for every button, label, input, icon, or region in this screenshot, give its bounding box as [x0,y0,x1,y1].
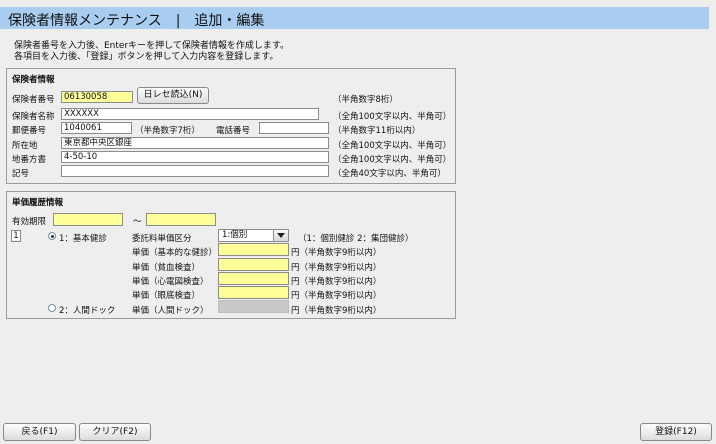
period-to-input[interactable] [146,213,216,226]
price-row-1-input[interactable] [218,258,289,271]
insurer-name-hint: （全角100文字以内、半角可） [333,112,452,122]
note-hint: （全角40文字以内、半角可） [333,169,446,179]
back-button[interactable]: 戻る(F1) [3,423,76,441]
period-from-input[interactable] [53,213,123,226]
block-label: 地番方書 [12,155,47,165]
intro-line-2: 各項目を入力後、「登録」ボタンを押して入力内容を登録します。 [14,52,279,62]
insurer-section-title: 保険者情報 [12,75,55,85]
address-hint: （全角100文字以内、半角可） [333,141,452,151]
clear-button[interactable]: クリア(F2) [79,423,151,441]
price-row-0-label: 単価（基本的な健診） [132,248,218,258]
phone-input[interactable] [259,122,329,134]
title-bar: 保険者情報メンテナンス | 追加・編集 [0,7,709,29]
price-row-1-unit: 円（半角数字9桁以内） [291,263,382,273]
price-row-2-unit: 円（半角数字9桁以内） [291,277,382,287]
price-row-3-input[interactable] [218,286,289,299]
phone-hint: （半角数字11桁以内） [333,126,421,136]
row-index: 1 [11,230,21,242]
category-select[interactable]: 1:個別 [218,229,289,242]
price-row-3-unit: 円（半角数字9桁以内） [291,291,382,301]
option1-radio[interactable] [48,232,56,240]
address-label: 所在地 [12,141,38,151]
dock-label: 単価（人間ドック） [132,306,209,316]
insurer-number-input[interactable]: 06130058 [61,91,133,103]
period-tilde: ～ [133,217,142,227]
phone-label: 電話番号 [216,126,251,136]
zip-input[interactable]: 1040061 [61,122,132,134]
insurer-name-label: 保険者名称 [12,112,55,122]
category-select-value: 1:個別 [222,230,248,240]
price-row-0-unit: 円（半角数字9桁以内） [291,248,382,258]
register-button[interactable]: 登録(F12) [640,423,712,441]
period-label: 有効期限 [12,217,47,227]
price-section-title: 単価履歴情報 [12,198,64,208]
zip-hint: （半角数字7桁） [135,126,200,136]
price-row-2-input[interactable] [218,272,289,285]
block-hint: （全角100文字以内、半角可） [333,155,452,165]
insurer-number-label: 保険者番号 [12,95,55,105]
price-row-3-label: 単価（眼底検査） [132,291,201,301]
category-hint: （1：個別健診 2：集団健診） [298,234,414,244]
insurer-number-hint: （半角数字8桁） [333,95,398,105]
price-row-2-label: 単価（心電図検査） [132,277,209,287]
note-input[interactable] [61,165,329,177]
option1-label[interactable]: 1：基本健診 [59,232,107,244]
insurer-name-input[interactable]: XXXXXX [61,108,319,120]
address-input[interactable]: 東京都中央区銀座 [61,137,329,149]
dock-unit: 円（半角数字9桁以内） [291,306,382,316]
dock-input [218,300,289,313]
page-title: 保険者情報メンテナンス | 追加・編集 [8,13,265,29]
option2-radio[interactable] [48,304,56,312]
category-label: 委託料単価区分 [132,234,192,244]
block-input[interactable]: 4-50-10 [61,151,329,163]
receipt-import-button[interactable]: 日レセ読込(N) [137,87,209,104]
chevron-down-icon[interactable] [273,230,288,241]
option2-label[interactable]: 2：人間ドック [59,304,115,316]
price-row-1-label: 単価（貧血検査） [132,263,201,273]
zip-label: 郵便番号 [12,126,47,136]
note-label: 記号 [12,169,30,179]
price-row-0-input[interactable] [218,243,289,256]
